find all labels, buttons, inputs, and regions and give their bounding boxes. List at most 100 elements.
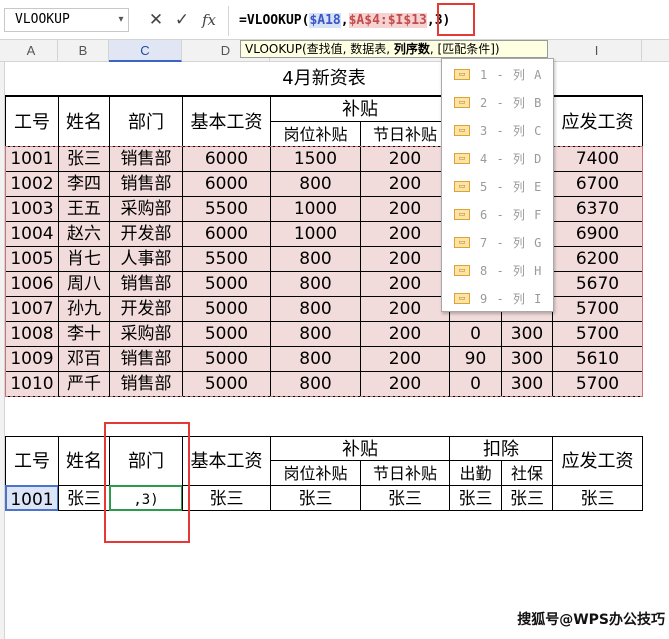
table1-cell-attend[interactable]: 90 [449,346,502,372]
table1-cell-base[interactable]: 6000 [182,221,271,247]
table1-cell-holiday[interactable]: 200 [360,196,450,222]
table1-cell-id[interactable]: 1006 [5,271,59,297]
table1-cell-base[interactable]: 6000 [182,146,271,172]
table1-cell-id[interactable]: 1007 [5,296,59,322]
table1-cell-dept[interactable]: 销售部 [109,271,183,297]
t2-cell-social[interactable]: 张三 [501,485,553,511]
table1-cell-post[interactable]: 800 [270,246,361,272]
dropdown-item[interactable]: ▭ 2 - 列 B [448,89,551,117]
table1-cell-social[interactable]: 300 [501,371,553,397]
table1-cell-base[interactable]: 5000 [182,271,271,297]
table1-cell-name[interactable]: 严千 [58,371,110,397]
table1-cell-id[interactable]: 1003 [5,196,59,222]
table1-cell-social[interactable]: 300 [501,321,553,347]
dropdown-item[interactable]: ▭ 6 - 列 F [448,201,551,229]
table1-cell-holiday[interactable]: 200 [360,371,450,397]
t2-cell-attend[interactable]: 张三 [449,485,502,511]
table1-cell-post[interactable]: 1500 [270,146,361,172]
table1-cell-name[interactable]: 赵六 [58,221,110,247]
table1-cell-name[interactable]: 张三 [58,146,110,172]
table1-cell-attend[interactable]: 0 [449,371,502,397]
table1-cell-pay[interactable]: 5670 [552,271,643,297]
table1-cell-dept[interactable]: 销售部 [109,171,183,197]
table1-cell-attend[interactable]: 0 [449,321,502,347]
table1-cell-pay[interactable]: 6900 [552,221,643,247]
table1-cell-post[interactable]: 800 [270,171,361,197]
table1-cell-post[interactable]: 800 [270,271,361,297]
column-header-c[interactable]: C [109,40,182,62]
dropdown-item[interactable]: ▭ 8 - 列 H [448,257,551,285]
table1-cell-pay[interactable]: 5700 [552,296,643,322]
table1-cell-base[interactable]: 5500 [182,196,271,222]
table1-cell-dept[interactable]: 开发部 [109,296,183,322]
table1-cell-post[interactable]: 1000 [270,221,361,247]
column-header-i[interactable]: I [552,40,642,62]
table1-cell-holiday[interactable]: 200 [360,346,450,372]
table1-cell-post[interactable]: 1000 [270,196,361,222]
table1-cell-dept[interactable]: 采购部 [109,321,183,347]
t2-cell-base[interactable]: 张三 [182,485,271,511]
table1-cell-dept[interactable]: 采购部 [109,196,183,222]
table1-cell-name[interactable]: 王五 [58,196,110,222]
fx-icon[interactable]: fx [199,8,219,32]
table1-cell-holiday[interactable]: 200 [360,146,450,172]
table1-cell-social[interactable]: 300 [501,346,553,372]
table1-cell-pay[interactable]: 6700 [552,171,643,197]
dropdown-item[interactable]: ▭ 4 - 列 D [448,145,551,173]
table1-cell-dept[interactable]: 销售部 [109,146,183,172]
table1-cell-name[interactable]: 邓百 [58,346,110,372]
table1-cell-holiday[interactable]: 200 [360,321,450,347]
table1-cell-post[interactable]: 800 [270,296,361,322]
dropdown-item[interactable]: ▭ 3 - 列 C [448,117,551,145]
table1-cell-pay[interactable]: 5610 [552,346,643,372]
table1-cell-dept[interactable]: 销售部 [109,346,183,372]
table1-cell-name[interactable]: 孙九 [58,296,110,322]
chevron-down-icon[interactable]: ▾ [114,8,128,32]
table1-cell-base[interactable]: 5000 [182,321,271,347]
t2-cell-name[interactable]: 张三 [58,485,110,511]
table1-cell-pay[interactable]: 5700 [552,371,643,397]
table1-cell-name[interactable]: 李四 [58,171,110,197]
table1-cell-post[interactable]: 800 [270,371,361,397]
table1-cell-holiday[interactable]: 200 [360,271,450,297]
cancel-icon[interactable]: ✕ [146,8,166,32]
t2-cell-id[interactable]: 1001 [5,485,59,511]
dropdown-item[interactable]: ▭ 9 - 列 I [448,285,551,313]
table1-cell-post[interactable]: 800 [270,346,361,372]
confirm-icon[interactable]: ✓ [172,8,192,32]
table1-cell-dept[interactable]: 人事部 [109,246,183,272]
table1-cell-name[interactable]: 肖七 [58,246,110,272]
table1-cell-base[interactable]: 5000 [182,296,271,322]
table1-cell-pay[interactable]: 6370 [552,196,643,222]
table1-cell-base[interactable]: 5000 [182,346,271,372]
table1-cell-base[interactable]: 5000 [182,371,271,397]
t2-cell-holiday[interactable]: 张三 [360,485,450,511]
table1-cell-id[interactable]: 1002 [5,171,59,197]
column-header-b[interactable]: B [58,40,109,62]
table1-cell-id[interactable]: 1004 [5,221,59,247]
table1-cell-name[interactable]: 周八 [58,271,110,297]
table1-cell-id[interactable]: 1005 [5,246,59,272]
formula-input[interactable]: =VLOOKUP($A18,$A$4:$I$13,3) [228,6,669,36]
column-header-a[interactable]: A [5,40,58,62]
dropdown-item[interactable]: ▭ 5 - 列 E [448,173,551,201]
table1-cell-dept[interactable]: 销售部 [109,371,183,397]
t2-cell-pay[interactable]: 张三 [552,485,643,511]
name-box[interactable]: VLOOKUP [4,8,129,32]
table1-cell-base[interactable]: 6000 [182,171,271,197]
table1-cell-id[interactable]: 1001 [5,146,59,172]
table1-cell-id[interactable]: 1009 [5,346,59,372]
table1-cell-id[interactable]: 1008 [5,321,59,347]
table1-cell-holiday[interactable]: 200 [360,221,450,247]
table1-cell-holiday[interactable]: 200 [360,296,450,322]
table1-cell-holiday[interactable]: 200 [360,246,450,272]
table1-cell-name[interactable]: 李十 [58,321,110,347]
table1-cell-id[interactable]: 1010 [5,371,59,397]
column-index-dropdown[interactable]: ▭ 1 - 列 A ▭ 2 - 列 B ▭ 3 - 列 C ▭ 4 - 列 D ▭ 5 - 列 E… [441,58,554,312]
t2-cell-dept-editing[interactable]: ,3) [109,485,183,511]
table1-cell-dept[interactable]: 开发部 [109,221,183,247]
dropdown-item[interactable]: ▭ 7 - 列 G [448,229,551,257]
table1-cell-pay[interactable]: 6200 [552,246,643,272]
table1-cell-holiday[interactable]: 200 [360,171,450,197]
t2-cell-post[interactable]: 张三 [270,485,361,511]
